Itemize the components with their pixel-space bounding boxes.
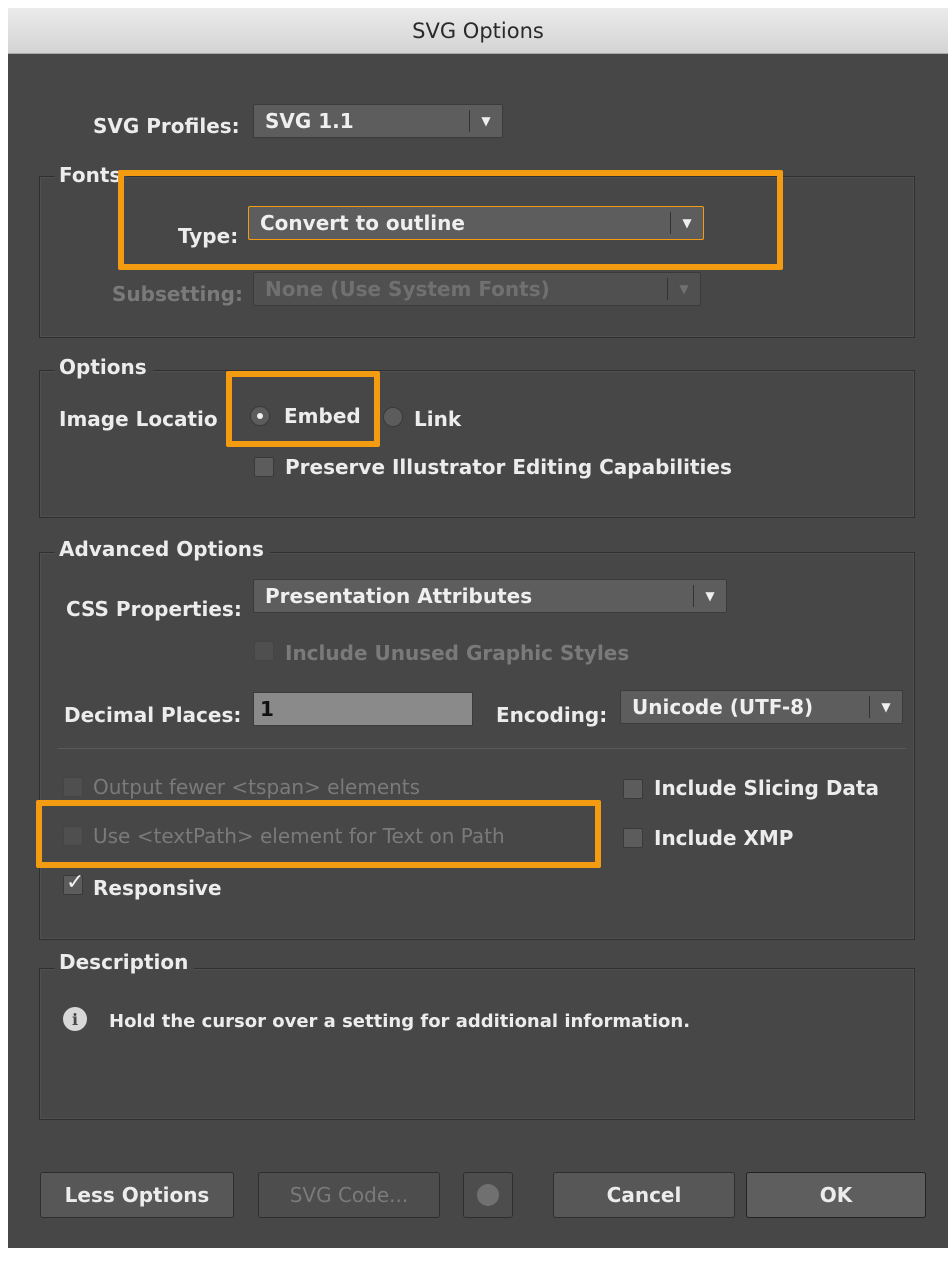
css-properties-label: CSS Properties:: [66, 597, 242, 621]
preserve-editing-checkbox[interactable]: [254, 457, 274, 477]
responsive-checkbox[interactable]: ✓: [63, 870, 84, 895]
svg-profiles-label: SVG Profiles:: [93, 114, 240, 138]
responsive-label[interactable]: Responsive: [93, 876, 222, 900]
web-preview-button: [463, 1172, 513, 1218]
preserve-editing-label[interactable]: Preserve Illustrator Editing Capabilitie…: [285, 455, 732, 479]
chevron-down-icon: ▼: [705, 589, 715, 603]
encoding-label: Encoding:: [496, 703, 608, 727]
section-divider: [58, 748, 906, 749]
info-icon: i: [63, 1007, 87, 1031]
dialog-title: SVG Options: [412, 18, 544, 43]
unused-styles-label: Include Unused Graphic Styles: [285, 641, 630, 665]
subsetting-value: None (Use System Fonts): [265, 277, 550, 301]
slicing-data-checkbox[interactable]: [623, 779, 643, 799]
options-group: [39, 370, 915, 518]
decimal-places-input[interactable]: 1: [253, 692, 473, 726]
link-label[interactable]: Link: [414, 407, 461, 431]
chevron-down-icon: ▼: [881, 700, 891, 714]
advanced-options-legend: Advanced Options: [55, 537, 270, 561]
globe-icon: [477, 1184, 499, 1206]
encoding-dropdown[interactable]: Unicode (UTF-8) ▼: [620, 690, 903, 724]
highlight-textpath: [36, 800, 601, 868]
include-xmp-checkbox[interactable]: [623, 828, 643, 848]
css-properties-value: Presentation Attributes: [265, 584, 533, 608]
chevron-down-icon: ▼: [679, 282, 689, 296]
include-xmp-label[interactable]: Include XMP: [654, 826, 793, 850]
unused-styles-checkbox: [254, 641, 274, 661]
subsetting-dropdown: None (Use System Fonts) ▼: [253, 272, 701, 306]
slicing-data-label[interactable]: Include Slicing Data: [654, 776, 879, 800]
svg-options-dialog: SVG Options SVG Profiles: SVG 1.1 ▼ Font…: [8, 8, 948, 1248]
fonts-legend: Fonts: [55, 163, 128, 187]
chevron-down-icon: ▼: [481, 114, 491, 128]
description-text: Hold the cursor over a setting for addit…: [109, 1011, 691, 1032]
link-radio[interactable]: [383, 407, 403, 427]
subsetting-label: Subsetting:: [112, 282, 243, 306]
svg-profiles-dropdown[interactable]: SVG 1.1 ▼: [253, 104, 503, 138]
description-group: [39, 968, 915, 1120]
highlight-embed: [226, 371, 380, 447]
description-legend: Description: [55, 950, 195, 974]
checkmark-icon: ✓: [66, 870, 85, 895]
image-location-label: Image Locatio: [59, 407, 218, 431]
highlight-font-type: [118, 170, 783, 270]
title-bar[interactable]: SVG Options: [8, 8, 948, 54]
encoding-value: Unicode (UTF-8): [632, 695, 814, 719]
fewer-tspan-label: Output fewer <tspan> elements: [93, 775, 421, 799]
css-properties-dropdown[interactable]: Presentation Attributes ▼: [253, 579, 727, 613]
options-legend: Options: [55, 355, 153, 379]
svg-profiles-value: SVG 1.1: [265, 109, 354, 133]
svg-code-button: SVG Code...: [258, 1172, 440, 1218]
ok-button[interactable]: OK: [746, 1172, 926, 1218]
decimal-places-label: Decimal Places:: [64, 703, 242, 727]
less-options-button[interactable]: Less Options: [40, 1172, 234, 1218]
fewer-tspan-checkbox: [63, 777, 83, 797]
cancel-button[interactable]: Cancel: [553, 1172, 735, 1218]
